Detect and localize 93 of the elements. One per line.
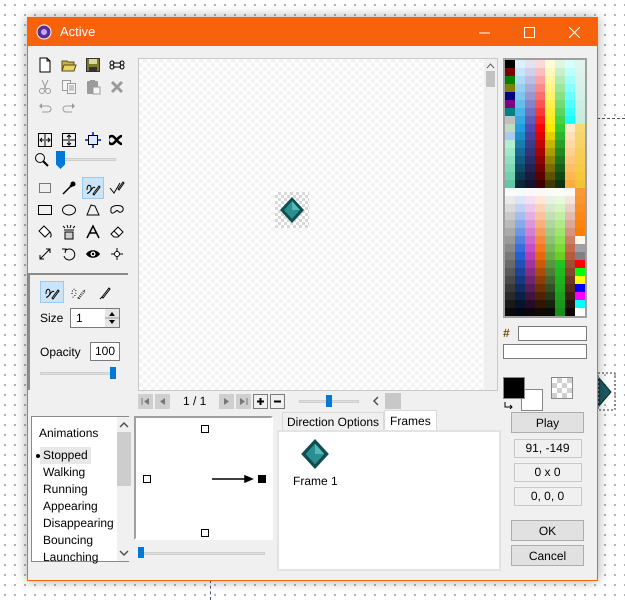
- tab[interactable]: Frames: [384, 410, 437, 430]
- opacity-field[interactable]: 100: [90, 342, 120, 361]
- dialog-button[interactable]: OK: [511, 520, 584, 541]
- last-frame-icon: [239, 396, 248, 406]
- direction-handle[interactable]: [258, 475, 266, 483]
- app-icon: [36, 24, 52, 40]
- scroll-thumb[interactable]: [385, 393, 402, 409]
- opacity-label: Opacity: [40, 344, 82, 360]
- zoom-icon[interactable]: [34, 152, 50, 168]
- ellipse-icon: [61, 202, 77, 218]
- transparent-color-swatch[interactable]: [551, 376, 573, 399]
- tool-button[interactable]: [82, 129, 104, 151]
- flip-vertical-icon: [61, 132, 77, 148]
- play-button[interactable]: Play: [511, 412, 584, 433]
- opacity-slider[interactable]: [40, 367, 116, 379]
- double-arrow-icon: [37, 246, 53, 262]
- list-heading: Animations: [38, 425, 100, 442]
- maximize-icon[interactable]: [524, 26, 535, 38]
- swap-colors-icon[interactable]: [504, 402, 513, 409]
- canvas-zoom-slider[interactable]: [299, 395, 360, 407]
- delete-icon: [109, 79, 125, 95]
- scroll-up-icon[interactable]: [118, 420, 129, 430]
- direction-handle[interactable]: [143, 475, 151, 483]
- background-color-swatch[interactable]: [521, 388, 543, 411]
- readout-text: 91, -149: [514, 439, 582, 458]
- size-label: Size: [40, 310, 64, 327]
- frame-counter: 1 / 1: [183, 393, 206, 410]
- next-frame-button[interactable]: [219, 394, 234, 408]
- window-title: Active: [60, 23, 96, 42]
- list-scrollbar[interactable]: [116, 417, 131, 561]
- color-name-field[interactable]: [503, 344, 587, 359]
- add-frame-button[interactable]: [253, 394, 268, 408]
- scroll-thumb[interactable]: [486, 71, 495, 87]
- color-palette[interactable]: [503, 58, 587, 318]
- scroll-up-icon[interactable]: [486, 61, 495, 71]
- animation-item[interactable]: Bouncing: [40, 532, 96, 549]
- animation-item[interactable]: Running: [40, 481, 91, 498]
- hex-field[interactable]: [518, 326, 587, 340]
- sprite-drawing[interactable]: [597, 372, 617, 412]
- direction-handle[interactable]: [201, 425, 209, 433]
- hex-label: #: [503, 325, 511, 342]
- dialog-button[interactable]: Cancel: [511, 545, 584, 566]
- polygon-icon: [85, 202, 101, 218]
- flip-horizontal-icon: [37, 132, 53, 148]
- rotate-icon: [61, 246, 77, 262]
- direction-arrow: [212, 474, 254, 484]
- vertical-scrollbar[interactable]: [484, 59, 497, 390]
- save-icon: [85, 57, 101, 73]
- rectangle-icon: [37, 202, 53, 218]
- pen-line-icon: [109, 180, 125, 196]
- foreground-color-swatch[interactable]: [503, 376, 525, 399]
- readout-text: 0, 0, 0: [514, 487, 582, 506]
- add-frame-icon: [256, 396, 266, 406]
- animation-item[interactable]: Launching: [40, 549, 102, 566]
- animation-item[interactable]: Appearing: [40, 498, 101, 515]
- last-frame-button[interactable]: [236, 394, 252, 408]
- tab[interactable]: Direction Options: [282, 412, 384, 430]
- text-tool-icon: [85, 224, 101, 240]
- remove-frame-button[interactable]: [270, 394, 286, 408]
- close-icon[interactable]: [569, 26, 580, 38]
- gem-sprite: [280, 196, 304, 222]
- eyedropper-icon: [61, 180, 77, 196]
- zoom-slider[interactable]: [56, 151, 116, 169]
- copy-icon: [61, 79, 77, 95]
- paint-bucket-icon: [37, 224, 53, 240]
- readout-text: 0 x 0: [514, 463, 582, 482]
- direction-slider[interactable]: [138, 544, 265, 558]
- animation-item[interactable]: Disappearing: [40, 515, 117, 532]
- scroll-thumb[interactable]: [116, 432, 131, 486]
- spray-icon: [61, 224, 77, 240]
- hotspot-icon: [109, 246, 125, 262]
- size-spinner[interactable]: 1: [70, 308, 120, 328]
- scroll-left-icon[interactable]: [371, 396, 382, 406]
- scroll-down-icon[interactable]: [118, 548, 129, 558]
- previous-frame-button[interactable]: [155, 394, 170, 408]
- frame-thumbnail-icon: [300, 439, 330, 469]
- animation-item[interactable]: Stopped: [40, 447, 91, 464]
- brush-mode-button[interactable]: [40, 281, 64, 303]
- animation-item[interactable]: Walking: [40, 464, 88, 481]
- first-frame-icon: [141, 396, 150, 406]
- selection-icon: [37, 180, 53, 196]
- new-file-icon: [37, 57, 53, 73]
- clipboard-icon: [85, 79, 101, 95]
- scissors-icon: [37, 79, 53, 95]
- proportional-icon: [109, 132, 125, 148]
- frame-label[interactable]: Frame 1: [293, 472, 338, 490]
- next-frame-icon: [222, 396, 232, 406]
- direction-handle[interactable]: [201, 529, 209, 537]
- tool-button[interactable]: [82, 177, 104, 199]
- eraser-icon: [109, 224, 125, 240]
- resize-icon: [85, 132, 101, 148]
- first-frame-button[interactable]: [138, 394, 153, 408]
- previous-frame-icon: [158, 396, 167, 406]
